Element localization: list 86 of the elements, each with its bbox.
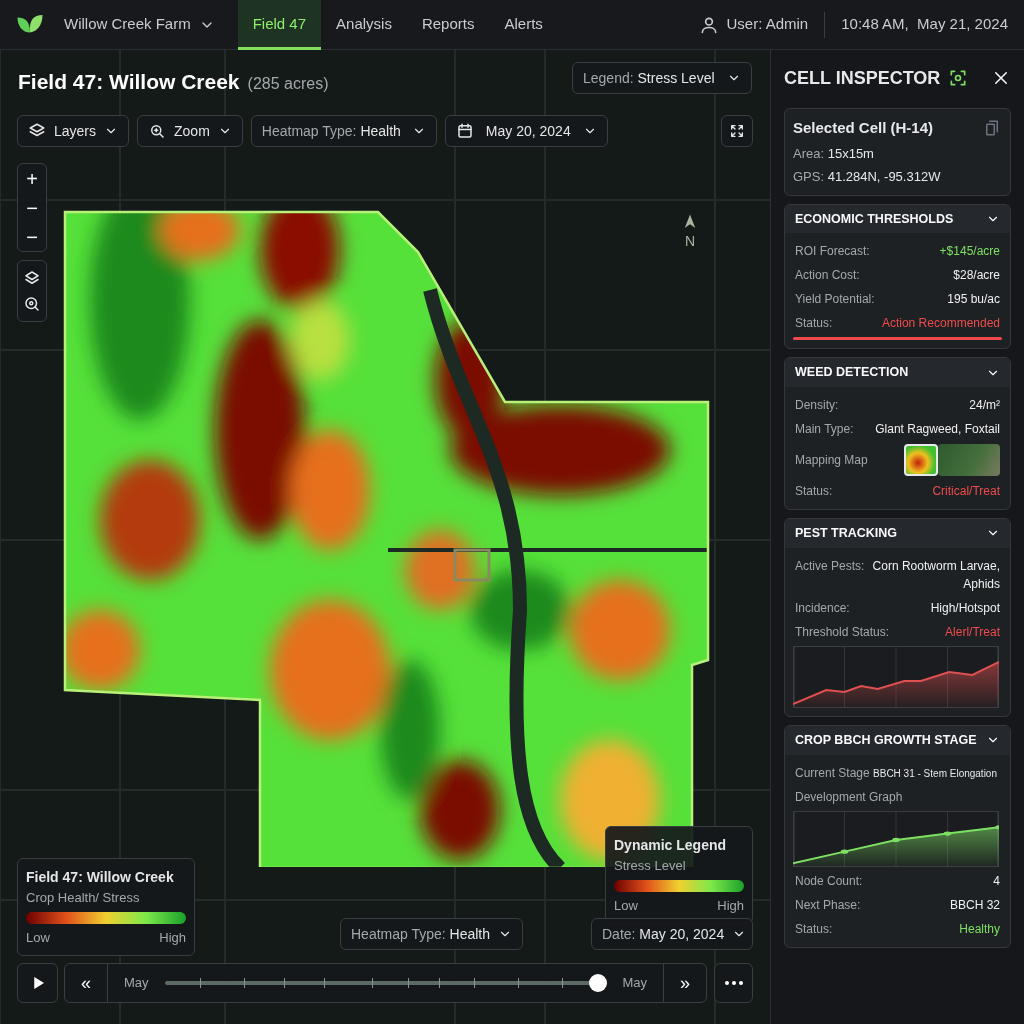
farm-selector[interactable]: Willow Creek Farm [49, 0, 230, 50]
copy-icon [983, 119, 1001, 138]
expand-icon [729, 123, 745, 139]
timeline-end-label: May [621, 974, 648, 993]
legend-low-label: Low [614, 896, 638, 915]
current-stage-text: Current Stage BBCH 31 - Stem Elongation [794, 764, 998, 782]
acreage-label: (285 acres) [247, 74, 329, 94]
zoom-control-button[interactable]: + [18, 164, 46, 193]
panel-title: CELL INSPECTOR [784, 66, 941, 90]
zoom-control-button[interactable]: − [18, 193, 46, 222]
field-label: Node Count: [795, 872, 863, 890]
field-label: Status: [795, 920, 833, 938]
cell-detail: GPS: 41.284N, -95.312W [793, 168, 942, 186]
field-label: Active Pests: [795, 557, 865, 575]
field-value: Action Recommended [881, 315, 1000, 333]
field-value: 24/m² [969, 397, 1000, 414]
field-value: Critical/Treat [932, 483, 1000, 500]
legend-dropdown[interactable]: Legend: Stress Level [572, 62, 752, 94]
calendar-icon [455, 122, 474, 140]
legend-high-label: High [717, 896, 744, 915]
graph-label: Development Graph [794, 788, 904, 806]
close-icon [992, 69, 1010, 87]
section-header[interactable]: ECONOMIC THRESHOLDS [785, 204, 1010, 234]
rewind-button[interactable]: « [65, 964, 108, 1002]
field-value: +$145/acre [939, 243, 1000, 261]
nav-tab[interactable]: Field 47 [237, 0, 322, 50]
field-value: $28/acre [953, 267, 1000, 285]
section-header[interactable]: CROP BBCH GROWTH STAGE [785, 725, 1010, 755]
forward-button[interactable]: » [663, 964, 706, 1002]
heatmap-type-dropdown[interactable]: Heatmap Type: Health [340, 918, 524, 950]
more-button[interactable] [714, 963, 753, 1003]
layers-button[interactable]: Layers [17, 115, 130, 147]
map-layer-icon[interactable] [23, 269, 41, 287]
legend-subtitle: Crop Health/ Stress [26, 889, 141, 907]
field-value: Corn Rootworm Larvae, Aphids [872, 557, 1000, 593]
section-header[interactable]: PEST TRACKING [785, 519, 1010, 548]
field-label: Incidence: [795, 599, 850, 617]
compass-label: N [684, 232, 696, 251]
more-icon [724, 981, 743, 985]
zoom-control-button[interactable]: − [18, 222, 46, 251]
timeline-thumb[interactable] [588, 974, 607, 992]
field-value: BBCH 32 [949, 896, 1000, 914]
timeline-start-label: May [123, 974, 150, 993]
section-header[interactable]: WEED DETECTION [785, 358, 1010, 387]
play-button[interactable] [17, 963, 58, 1003]
field-label: Action Cost: [795, 267, 860, 285]
field-label: Threshold Status: [795, 623, 890, 641]
field-label: Yield Potential: [795, 291, 875, 309]
timeline-slider[interactable] [164, 974, 607, 992]
satellite-thumbnail[interactable] [938, 444, 1000, 476]
field-value: High/Hotspot [930, 599, 1000, 617]
legend-low-label: Low [26, 928, 50, 947]
scan-icon [948, 68, 969, 88]
legend-subtitle: Stress Level [614, 857, 687, 875]
nav-tab[interactable]: Reports [406, 0, 490, 50]
map-title: Field 47: Willow Creek [18, 69, 240, 95]
heatmap-thumbnail[interactable] [904, 444, 938, 476]
field-label: Next Phase: [795, 896, 861, 914]
zoom-button[interactable]: Zoom [137, 115, 243, 147]
field-label: Main Type: [795, 421, 854, 438]
user-label: User: Admin [726, 14, 809, 35]
field-value: Healthy [959, 920, 1000, 938]
field-label: Status: [795, 483, 833, 500]
date-time: 10:48 AM, May 21, 2024 [841, 14, 1009, 35]
field-label: Density: [795, 397, 839, 414]
legend-title: Dynamic Legend [614, 836, 728, 855]
heatmap-type-dropdown[interactable]: Heatmap Type: Health [250, 115, 437, 147]
field-value: Glant Ragweed, Foxtail [875, 421, 1000, 438]
field-value: 195 bu/ac [947, 291, 1000, 309]
field-label: ROI Forecast: [795, 243, 870, 261]
field-value: Alerl/Treat [945, 623, 1000, 641]
locate-icon[interactable] [23, 295, 41, 313]
date-picker[interactable]: May 20, 2024 [444, 115, 608, 147]
field-label: Status: [795, 315, 833, 333]
nav-tab[interactable]: Analysis [321, 0, 407, 50]
field-label: Mapping Map [795, 452, 868, 469]
cell-title: Selected Cell (H-14) [793, 118, 934, 138]
nav-tab[interactable]: Alerts [489, 0, 558, 50]
field-value: 4 [993, 872, 1000, 890]
zoom-icon [148, 122, 167, 140]
date-dropdown[interactable]: Date: May 20, 2024 [591, 918, 753, 950]
legend-high-label: High [159, 928, 186, 947]
selected-cell-marker[interactable] [453, 548, 491, 582]
cell-detail: Area: 15x15m [793, 144, 875, 163]
legend-title: Field 47: Willow Creek [26, 868, 175, 887]
fullscreen-button[interactable] [721, 115, 753, 147]
